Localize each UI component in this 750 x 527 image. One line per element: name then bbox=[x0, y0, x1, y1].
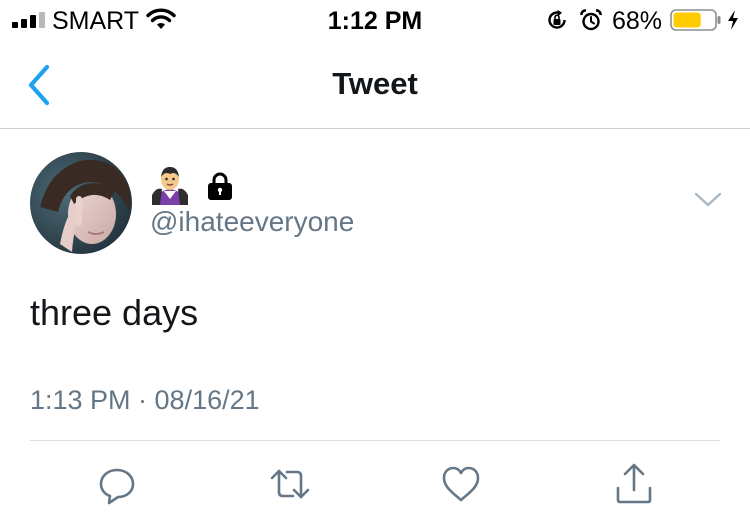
charging-bolt-icon bbox=[728, 10, 738, 30]
share-button[interactable] bbox=[612, 462, 656, 506]
like-button[interactable] bbox=[439, 462, 483, 506]
divider bbox=[30, 440, 720, 441]
battery-icon bbox=[670, 9, 721, 31]
nav-bar: Tweet bbox=[0, 40, 750, 129]
rotation-lock-icon bbox=[548, 10, 566, 29]
chevron-down-icon bbox=[694, 192, 722, 207]
retweet-button[interactable] bbox=[268, 462, 312, 506]
retweet-icon bbox=[270, 469, 310, 499]
reply-icon bbox=[99, 468, 135, 505]
battery-percent: 68% bbox=[612, 7, 663, 35]
avatar-photo bbox=[30, 152, 132, 254]
share-icon bbox=[616, 463, 652, 504]
page-title: Tweet bbox=[332, 66, 418, 101]
vampire-emoji-icon bbox=[152, 167, 188, 205]
status-bar: SMART 1:12 PM 68% bbox=[0, 0, 750, 40]
tweet-timestamp[interactable]: 1:13 PM · 08/16/21 bbox=[30, 385, 260, 416]
heart-icon bbox=[442, 466, 480, 502]
tweet-text: three days bbox=[30, 292, 199, 333]
reply-button[interactable] bbox=[95, 462, 139, 506]
alarm-icon bbox=[580, 9, 602, 31]
avatar[interactable] bbox=[30, 152, 132, 254]
user-handle[interactable]: @ihateeveryone bbox=[150, 206, 354, 238]
tweet-menu-button[interactable] bbox=[694, 190, 722, 210]
lock-emoji-icon bbox=[208, 172, 232, 200]
